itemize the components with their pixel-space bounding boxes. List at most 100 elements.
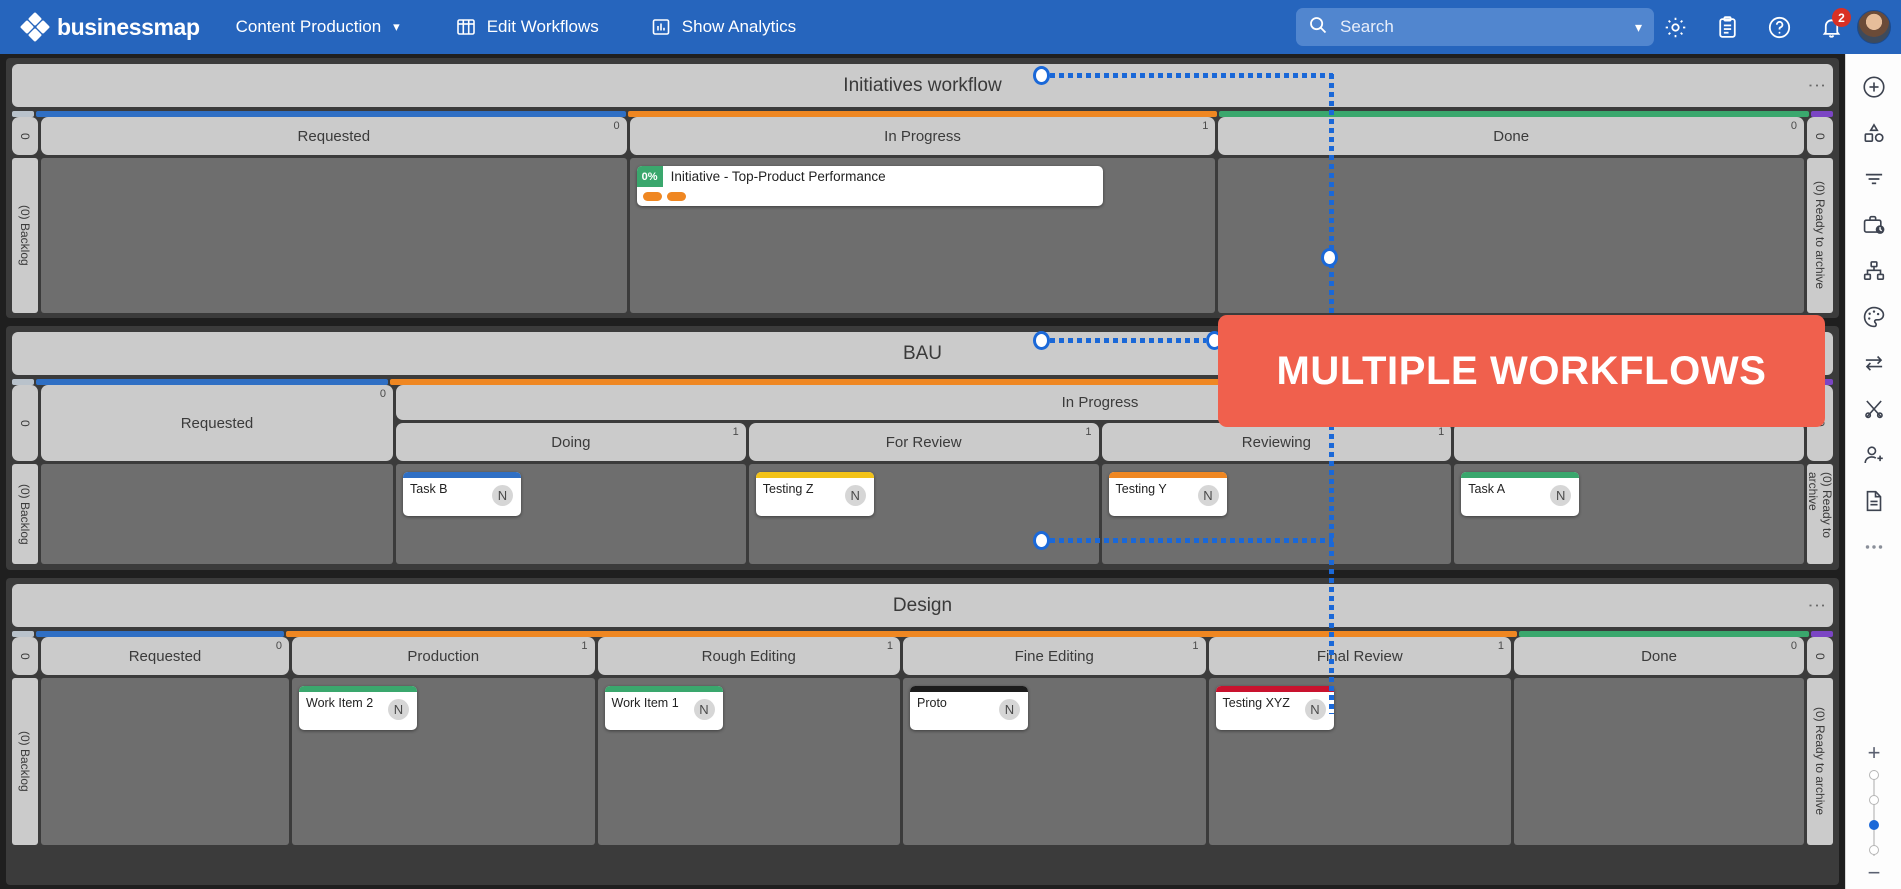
card-work-item-1[interactable]: Work Item 1 N (605, 686, 723, 730)
archive-count: 0 (1813, 653, 1827, 660)
bell-icon[interactable]: 2 (1805, 0, 1857, 54)
chevron-down-icon[interactable]: ▾ (1635, 19, 1642, 36)
lane-cell-requested[interactable] (41, 678, 289, 845)
column-label: Done (1641, 648, 1677, 665)
column-header-for-review[interactable]: For Review 1 (749, 423, 1099, 461)
column-count: 0 (614, 120, 620, 132)
zoom-level-4[interactable] (1869, 845, 1879, 855)
card-proto[interactable]: Proto N (910, 686, 1028, 730)
brand-logo-area[interactable]: businessmap (22, 14, 200, 41)
palette-icon[interactable] (1852, 294, 1896, 340)
workflow-title-bar[interactable]: Initiatives workflow ⋮ (12, 64, 1833, 107)
column-header-requested[interactable]: Requested 0 (41, 117, 627, 155)
ready-to-archive-lane[interactable]: (0) Ready to archive (1807, 464, 1833, 564)
column-header-unnamed[interactable] (1454, 423, 1804, 461)
transfer-arrows-icon[interactable] (1852, 340, 1896, 386)
column-label: For Review (886, 434, 962, 451)
chevron-down-icon: ▾ (393, 19, 400, 35)
briefcase-clock-icon[interactable] (1852, 202, 1896, 248)
workflow-title-bar[interactable]: Design ⋮ (12, 584, 1833, 627)
zoom-level-2[interactable] (1869, 795, 1879, 805)
hierarchy-icon[interactable] (1852, 248, 1896, 294)
card-work-item-2[interactable]: Work Item 2 N (299, 686, 417, 730)
add-person-icon[interactable] (1852, 432, 1896, 478)
ready-to-archive-lane[interactable]: (0) Ready to archive (1807, 678, 1833, 845)
zoom-out-button[interactable]: − (1868, 863, 1881, 883)
zoom-level-3-active[interactable] (1869, 820, 1879, 830)
column-count: 0 (1791, 120, 1797, 132)
column-label: Requested (298, 128, 371, 145)
backlog-lane[interactable]: (0) Backlog (12, 678, 38, 845)
column-header-requested[interactable]: Requested 0 (41, 637, 289, 675)
column-header-done[interactable]: Done 0 (1218, 117, 1804, 155)
edit-workflows-button[interactable]: Edit Workflows (442, 0, 613, 54)
ready-to-archive-lane[interactable]: (0) Ready to archive (1807, 158, 1833, 313)
column-header-in-progress[interactable]: In Progress 1 (630, 117, 1216, 155)
card-task-a[interactable]: Task A N (1461, 472, 1579, 516)
column-header-reviewing[interactable]: Reviewing 1 (1102, 423, 1452, 461)
card-title: Testing Z (763, 482, 814, 497)
lane-cell-reviewing[interactable]: Testing Y N (1102, 464, 1452, 564)
lane-cell-in-progress[interactable]: 0% Initiative - Top-Product Performance (630, 158, 1216, 313)
search-input[interactable]: Search ▾ (1296, 8, 1654, 46)
lane-cell-final-review[interactable]: Testing XYZ N (1209, 678, 1512, 845)
card-testing-z[interactable]: Testing Z N (756, 472, 874, 516)
column-label: Production (407, 648, 479, 665)
more-horizontal-icon[interactable] (1852, 524, 1896, 570)
shapes-icon[interactable] (1852, 110, 1896, 156)
scissors-tools-icon[interactable] (1852, 386, 1896, 432)
show-analytics-button[interactable]: Show Analytics (637, 0, 810, 54)
workflow-title: BAU (903, 343, 942, 365)
backlog-column-header[interactable]: 0 (12, 385, 38, 461)
backlog-lane[interactable]: (0) Backlog (12, 464, 38, 564)
ready-to-archive-column-header[interactable]: 0 (1807, 637, 1833, 675)
lane-cell-requested[interactable] (41, 158, 627, 313)
column-header-rough-editing[interactable]: Rough Editing 1 (598, 637, 901, 675)
backlog-column-header[interactable]: 0 (12, 637, 38, 675)
column-header-fine-editing[interactable]: Fine Editing 1 (903, 637, 1206, 675)
card-testing-xyz[interactable]: Testing XYZ N (1216, 686, 1334, 730)
card-testing-y[interactable]: Testing Y N (1109, 472, 1227, 516)
card-avatar: N (845, 485, 866, 506)
card-title: Work Item 1 (612, 696, 679, 711)
column-header-done[interactable]: Done 0 (1514, 637, 1804, 675)
card-initiative[interactable]: 0% Initiative - Top-Product Performance (637, 166, 1103, 206)
more-vertical-icon[interactable]: ⋮ (1813, 76, 1821, 95)
zoom-slider-track[interactable] (1873, 770, 1875, 856)
column-header-requested[interactable]: Requested 0 (41, 385, 393, 461)
column-count: 1 (1438, 426, 1444, 438)
help-circle-icon[interactable] (1753, 0, 1805, 54)
lane-cell-done[interactable] (1218, 158, 1804, 313)
zoom-in-button[interactable]: + (1868, 743, 1881, 763)
zoom-level-1[interactable] (1869, 770, 1879, 780)
card-avatar: N (1305, 699, 1326, 720)
lane-cell-requested[interactable] (41, 464, 393, 564)
lane-cell-doing[interactable]: Task B N (396, 464, 746, 564)
column-header-final-review[interactable]: Final Review 1 (1209, 637, 1512, 675)
document-icon[interactable] (1852, 478, 1896, 524)
lane-cell-fine-editing[interactable]: Proto N (903, 678, 1206, 845)
clipboard-icon[interactable] (1701, 0, 1753, 54)
backlog-column-header[interactable]: 0 (12, 117, 38, 155)
gear-icon[interactable] (1649, 0, 1701, 54)
board-selector[interactable]: Content Production ▾ (222, 0, 414, 54)
column-header-doing[interactable]: Doing 1 (396, 423, 746, 461)
lane-cell-done[interactable] (1514, 678, 1804, 845)
avatar[interactable] (1857, 10, 1891, 44)
lane-cell-for-review[interactable]: Testing Z N (749, 464, 1099, 564)
backlog-lane[interactable]: (0) Backlog (12, 158, 38, 313)
card-title: Initiative - Top-Product Performance (671, 169, 886, 184)
lane-cell-unnamed[interactable]: Task A N (1454, 464, 1804, 564)
topbar-icon-group: 2 (1649, 0, 1901, 54)
filter-icon[interactable] (1852, 156, 1896, 202)
ready-to-archive-column-header[interactable]: 0 (1807, 117, 1833, 155)
column-header-production[interactable]: Production 1 (292, 637, 595, 675)
card-task-b[interactable]: Task B N (403, 472, 521, 516)
card-avatar: N (492, 485, 513, 506)
lane-cell-rough-editing[interactable]: Work Item 1 N (598, 678, 901, 845)
plus-circle-icon[interactable] (1852, 64, 1896, 110)
more-vertical-icon[interactable]: ⋮ (1813, 596, 1821, 615)
edit-workflows-label: Edit Workflows (487, 17, 599, 37)
archive-lane-label: (0) Ready to archive (1813, 181, 1827, 289)
lane-cell-production[interactable]: Work Item 2 N (292, 678, 595, 845)
